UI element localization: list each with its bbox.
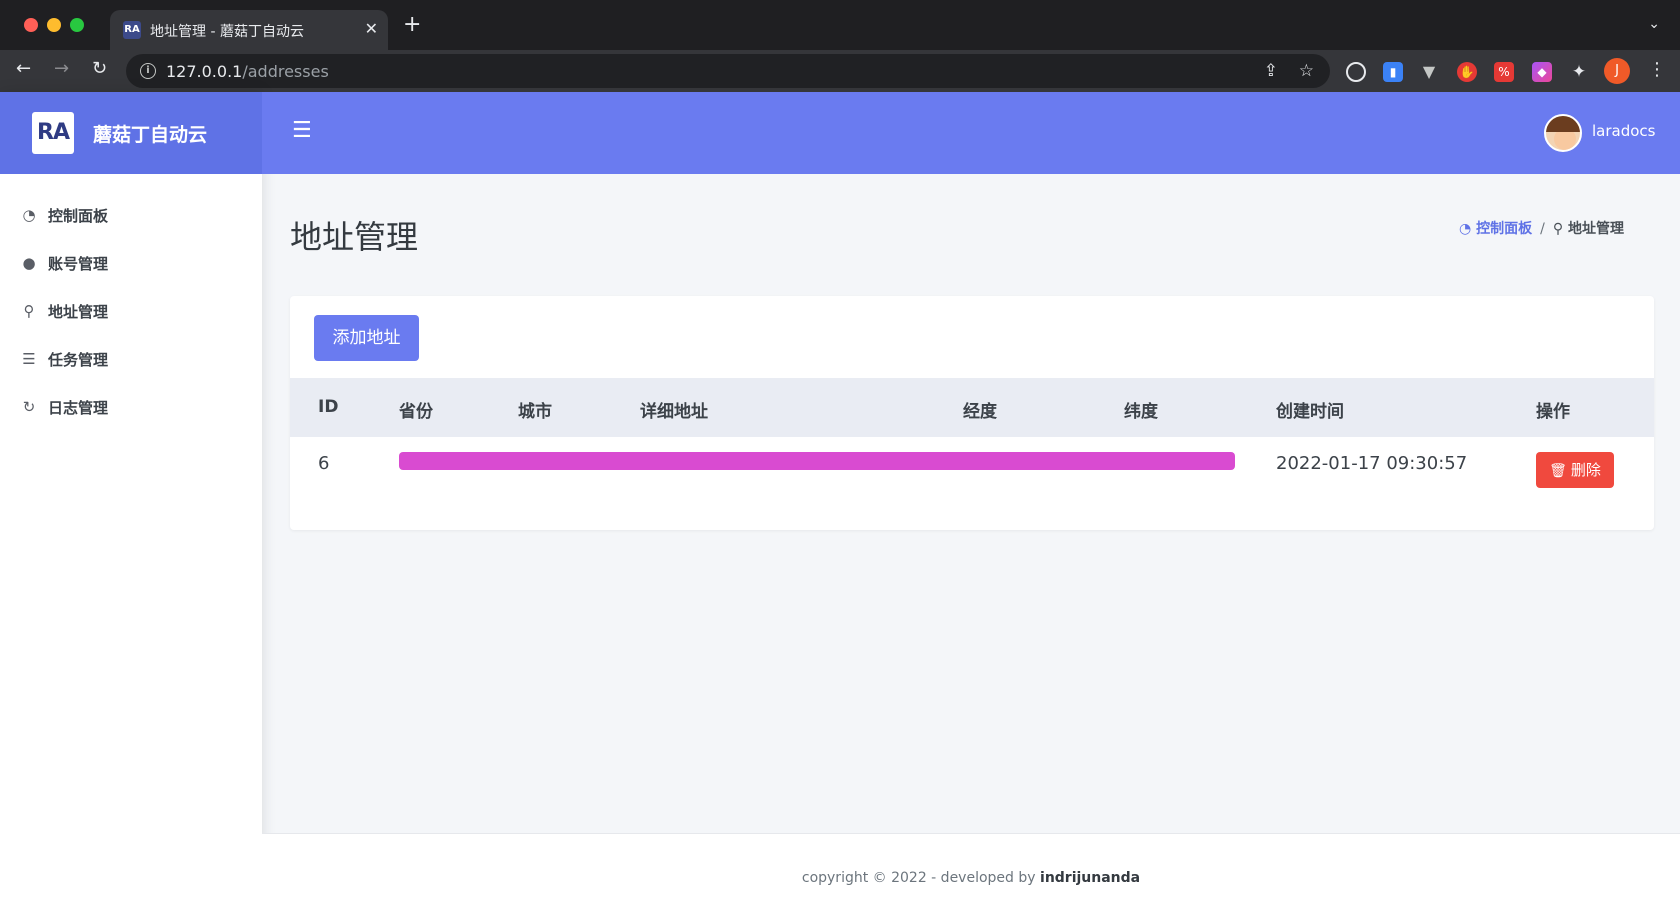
user-icon: ● [22, 254, 36, 272]
forward-icon[interactable]: → [54, 58, 69, 80]
map-marker-icon: ⚲ [1552, 221, 1568, 237]
back-icon[interactable]: ← [16, 58, 31, 80]
browser-chrome: RA 地址管理 - 蘑菇丁自动云 ✕ + ⌄ ← → ↻ i 127.0.0.1… [0, 0, 1680, 92]
username[interactable]: laradocs [1592, 122, 1655, 140]
column-header-actions: 操作 [1536, 402, 1570, 422]
cell-created-at: 2022-01-17 09:30:57 [1276, 453, 1468, 474]
sidebar-item-tasks[interactable]: ☰ 任务管理 [0, 336, 262, 384]
extensions-puzzle-icon[interactable]: ✦ [1569, 62, 1589, 82]
footer-text: copyright © 2022 - developed by indrijun… [262, 870, 1680, 886]
brand-logo: RA [32, 112, 74, 154]
avatar-hair [1546, 116, 1580, 132]
reload-icon[interactable]: ↻ [92, 58, 107, 80]
url-path: /addresses [242, 62, 329, 81]
info-icon[interactable]: i [140, 63, 156, 79]
brand-name: 蘑菇丁自动云 [93, 124, 208, 146]
maximize-window-button[interactable] [70, 18, 84, 32]
breadcrumb-current-label: 地址管理 [1568, 221, 1624, 237]
new-tab-button[interactable]: + [403, 14, 421, 36]
column-header-longitude: 经度 [963, 402, 997, 422]
sidebar: RA 蘑菇丁自动云 ◔ 控制面板 ● 账号管理 ⚲ 地址管理 ☰ 任务管理 ↻ … [0, 92, 262, 924]
extension-chart-icon[interactable]: ▮ [1383, 62, 1403, 82]
sidebar-item-label: 任务管理 [48, 351, 109, 369]
table-row: 6 2022-01-17 09:30:57 🗑 删除 [290, 437, 1654, 497]
tab-title: 地址管理 - 蘑菇丁自动云 [150, 24, 304, 40]
column-header-address: 详细地址 [640, 402, 708, 422]
column-header-city: 城市 [518, 402, 552, 422]
map-marker-icon: ⚲ [23, 302, 35, 320]
addresses-card: 添加地址 ID 省份 城市 详细地址 经度 纬度 创建时间 操作 6 2022-… [290, 296, 1654, 530]
url-text[interactable]: 127.0.0.1/addresses [166, 62, 329, 81]
sidebar-item-label: 日志管理 [48, 399, 109, 417]
tab-favicon-icon: RA [123, 21, 141, 39]
close-window-button[interactable] [24, 18, 38, 32]
tab-search-chevron-icon[interactable]: ⌄ [1648, 16, 1660, 32]
footer-author-link[interactable]: indrijunanda [1040, 870, 1140, 886]
sidebar-item-label: 控制面板 [48, 207, 109, 225]
column-header-latitude: 纬度 [1124, 402, 1158, 422]
page-title: 地址管理 [290, 218, 419, 256]
avatar[interactable] [1544, 114, 1582, 152]
topbar: ☰ laradocs [262, 92, 1680, 174]
brand[interactable]: RA 蘑菇丁自动云 [0, 92, 262, 174]
minimize-window-button[interactable] [47, 18, 61, 32]
sidebar-item-addresses[interactable]: ⚲ 地址管理 [0, 288, 262, 336]
tasks-icon: ☰ [22, 350, 36, 368]
tab-bar: RA 地址管理 - 蘑菇丁自动云 ✕ + ⌄ [0, 0, 1680, 50]
extension-translate-icon[interactable]: % [1494, 62, 1514, 82]
sidebar-item-accounts[interactable]: ● 账号管理 [0, 240, 262, 288]
profile-avatar[interactable]: J [1604, 58, 1630, 84]
column-header-id: ID [318, 397, 339, 417]
url-host: 127.0.0.1 [166, 62, 243, 81]
trash-icon: 🗑 [1549, 463, 1567, 479]
sidebar-item-label: 账号管理 [48, 255, 109, 273]
browser-tab-active[interactable]: RA 地址管理 - 蘑菇丁自动云 ✕ [110, 10, 388, 50]
sidebar-item-logs[interactable]: ↻ 日志管理 [0, 384, 262, 432]
breadcrumb-separator: / [1540, 221, 1545, 237]
add-address-button[interactable]: 添加地址 [314, 315, 419, 361]
sidebar-menu: ◔ 控制面板 ● 账号管理 ⚲ 地址管理 ☰ 任务管理 ↻ 日志管理 [0, 192, 262, 432]
menu-icon[interactable]: ⋮ [1648, 59, 1666, 80]
hamburger-icon[interactable]: ☰ [292, 119, 312, 143]
star-icon[interactable]: ☆ [1299, 61, 1314, 81]
column-header-created-at: 创建时间 [1276, 402, 1344, 422]
delete-button-label: 删除 [1570, 461, 1601, 479]
footer: copyright © 2022 - developed by indrijun… [262, 833, 1680, 924]
breadcrumb-home-label: 控制面板 [1476, 221, 1533, 237]
tachometer-icon: ◔ [1459, 221, 1477, 237]
extension-gradient-icon[interactable]: ◆ [1532, 62, 1552, 82]
tab-close-icon[interactable]: ✕ [365, 19, 378, 38]
breadcrumb-current: ⚲ 地址管理 [1553, 221, 1624, 237]
app: RA 蘑菇丁自动云 ◔ 控制面板 ● 账号管理 ⚲ 地址管理 ☰ 任务管理 ↻ … [0, 92, 1680, 924]
delete-button[interactable]: 🗑 删除 [1536, 452, 1614, 488]
footer-copyright: copyright © 2022 - developed by [801, 870, 1036, 886]
extension-camera-icon[interactable] [1346, 62, 1366, 82]
sidebar-item-dashboard[interactable]: ◔ 控制面板 [0, 192, 262, 240]
share-icon[interactable]: ⇪ [1264, 61, 1278, 81]
breadcrumb: ◔ 控制面板 / ⚲ 地址管理 [1459, 218, 1624, 238]
cell-id: 6 [318, 453, 330, 474]
address-bar[interactable]: i 127.0.0.1/addresses ⇪ ☆ [126, 54, 1330, 88]
breadcrumb-home-link[interactable]: ◔ 控制面板 [1459, 221, 1532, 237]
redaction-bar [399, 452, 1235, 470]
browser-toolbar: ← → ↻ i 127.0.0.1/addresses ⇪ ☆ ▮ ▼ ✋ % … [0, 50, 1680, 92]
extension-hand-icon[interactable]: ✋ [1457, 62, 1477, 82]
tachometer-icon: ◔ [22, 206, 36, 224]
column-header-province: 省份 [399, 402, 433, 422]
table-header: ID 省份 城市 详细地址 经度 纬度 创建时间 操作 [290, 378, 1654, 437]
sidebar-item-label: 地址管理 [48, 303, 109, 321]
main-content: 地址管理 ◔ 控制面板 / ⚲ 地址管理 添加地址 ID 省份 城市 详细地址 经度… [262, 174, 1680, 924]
extension-vue-icon[interactable]: ▼ [1419, 62, 1439, 82]
redo-icon: ↻ [22, 398, 36, 416]
